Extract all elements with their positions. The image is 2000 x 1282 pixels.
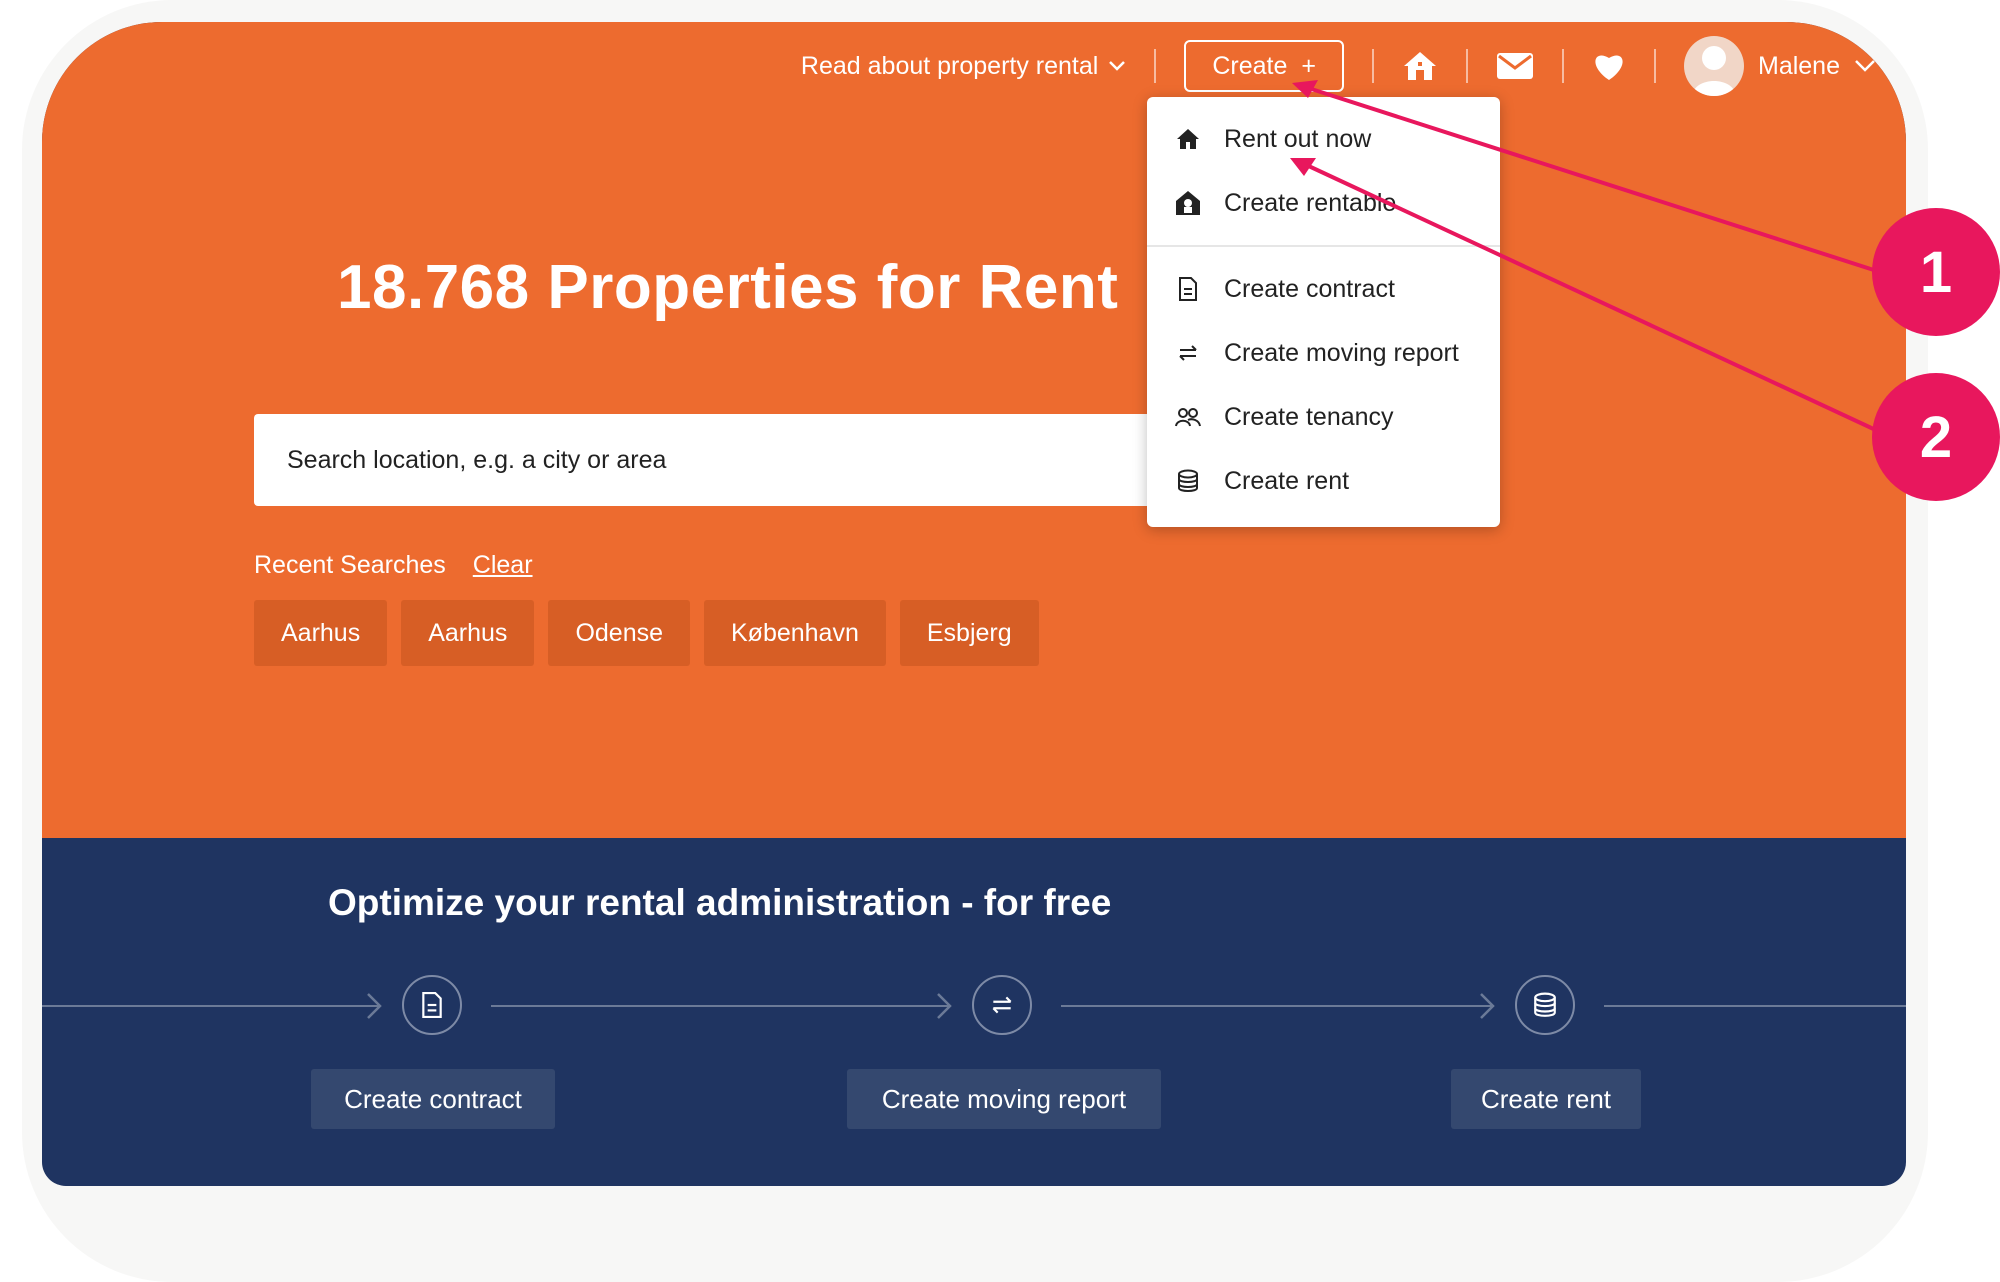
annotation-arrow-1 [1301, 84, 1881, 274]
annotation-badge-1: 1 [1872, 208, 2000, 336]
annotation-arrows [1290, 80, 1881, 434]
annotation-arrow-2 [1299, 160, 1881, 434]
annotation-badge-2: 2 [1872, 373, 2000, 501]
